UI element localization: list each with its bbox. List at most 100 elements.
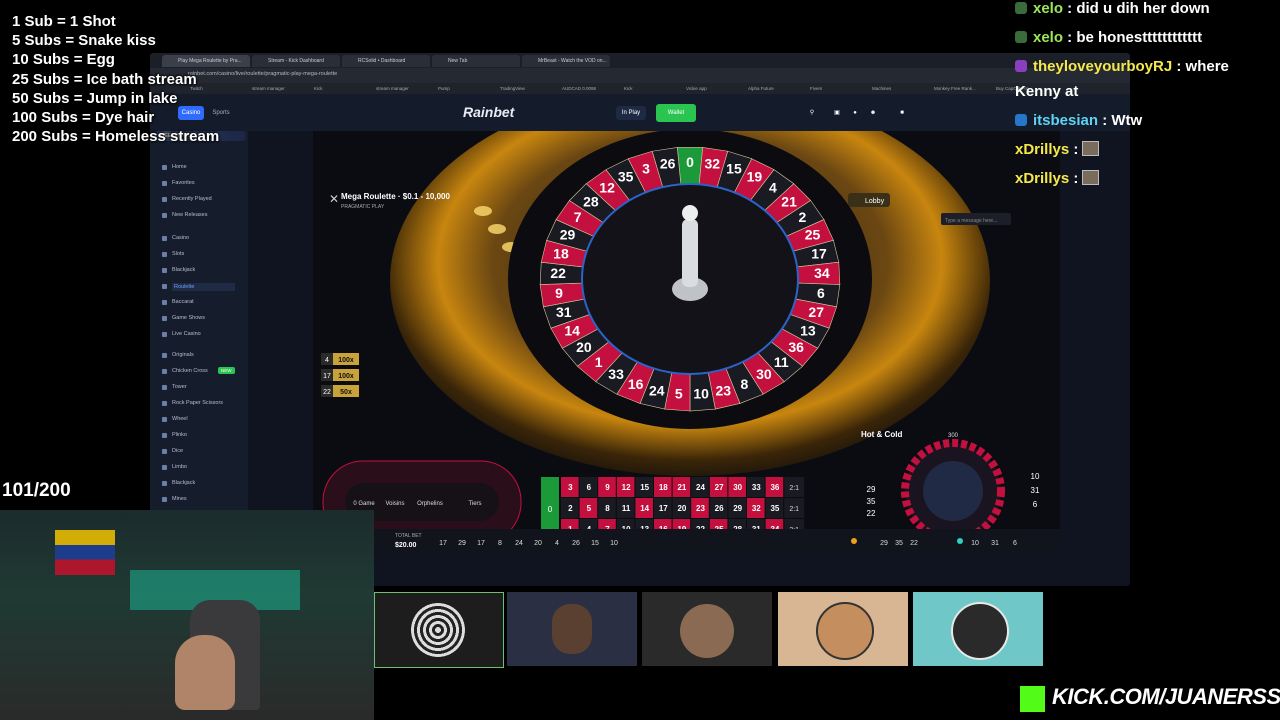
sidebar-item[interactable]: Home: [172, 164, 187, 170]
sidebar-item[interactable]: Limbo: [172, 464, 187, 470]
bookmark-item[interactable]: Kick: [314, 86, 323, 91]
subgoal-item: 200 Subs = Homeless stream: [12, 128, 220, 146]
gift-icon[interactable]: ▣: [830, 106, 844, 120]
racetrack-section[interactable]: 0 Game: [353, 501, 375, 507]
chat-username[interactable]: theyloveyourboyRJ: [1033, 58, 1172, 75]
chat-username[interactable]: xDrillys: [1015, 170, 1069, 187]
roulette-game[interactable]: 0 32 15 19 4 21 2 25 17 34 6 27 13 36 11 30 8 23 10 5 24 16 33…: [313, 131, 1060, 556]
wheel-number: 27: [808, 304, 824, 320]
bookmark-item[interactable]: Pump: [438, 86, 450, 91]
bet-cell-number: 18: [659, 483, 668, 492]
browser-window: Play Mega Roulette by Pra... Stream - Kic…: [150, 53, 1130, 586]
bookmark-item[interactable]: Monkey Free Rank...: [934, 86, 976, 91]
emote-icon: [1082, 141, 1100, 156]
chat-username[interactable]: xelo: [1033, 29, 1063, 46]
sidebar-item[interactable]: Wheel: [172, 416, 188, 422]
chat-username[interactable]: itsbesian: [1033, 112, 1098, 129]
bookmark-item[interactable]: AUDCAD 0.0098: [562, 86, 596, 91]
sidebar-item[interactable]: Blackjack: [172, 267, 195, 273]
webcam-main: [0, 510, 374, 720]
bookmark-item[interactable]: Vickie app: [686, 86, 707, 91]
racetrack-section[interactable]: Orphelins: [417, 501, 443, 507]
browser-tab[interactable]: MrBeast - Watch the VOD on...: [522, 55, 610, 67]
sidebar-item[interactable]: Dice: [172, 448, 183, 454]
cold-number: 10: [1031, 472, 1040, 481]
wheel-number: 11: [774, 354, 789, 370]
chat-message: xelo : be honestttttttttttt: [1015, 29, 1280, 58]
browser-tab[interactable]: Stream - Kick Dashboard: [252, 55, 340, 67]
sidebar-item[interactable]: Plinko: [172, 432, 187, 438]
bell-icon[interactable]: ●: [848, 106, 862, 120]
sidebar-item[interactable]: Recently Played: [172, 196, 212, 202]
chat-text: : did u dih her down: [1063, 0, 1210, 17]
wheel-number: 24: [649, 382, 665, 398]
sidebar-item[interactable]: Live Casino: [172, 331, 201, 337]
browser-tab[interactable]: New Tab: [432, 55, 520, 67]
chat-message: xDrillys :: [1015, 141, 1280, 170]
sidebar-item[interactable]: Originals: [172, 352, 194, 358]
sidebar-casino-icon: [162, 236, 167, 241]
game-bottom-bar: [313, 529, 1060, 556]
chat-badge-icon: [1015, 60, 1027, 72]
in-play-button[interactable]: In Play: [616, 106, 646, 120]
multiplier-number: 4: [325, 357, 329, 364]
sidebar-originals-icon: [162, 353, 167, 358]
bet-cell-number: 33: [752, 483, 761, 492]
wheel-number: 12: [599, 180, 615, 196]
close-icon[interactable]: ✕: [329, 192, 339, 206]
chat-message: xelo : did u dih her down: [1015, 0, 1280, 29]
roulette-scene[interactable]: 0 32 1519421225173462713361130823105241633…: [313, 131, 1060, 556]
bookmark-item[interactable]: stream manager: [376, 86, 409, 91]
chat-username[interactable]: xDrillys: [1015, 141, 1069, 158]
sidebar-dice-icon: [162, 449, 167, 454]
history-number: 20: [534, 540, 542, 547]
racetrack-section[interactable]: Tiers: [468, 501, 481, 507]
bookmark-item[interactable]: Machines: [872, 86, 891, 91]
wheel-number: 31: [556, 304, 572, 320]
wheel-number: 19: [747, 169, 763, 185]
user-icon[interactable]: ☻: [866, 106, 880, 120]
sidebar-item[interactable]: Tower: [172, 384, 187, 390]
sidebar-item[interactable]: Mines: [172, 496, 187, 502]
chat-username[interactable]: xelo: [1033, 0, 1063, 17]
sidebar-item[interactable]: Chicken Cross: [172, 368, 208, 374]
sidebar-item[interactable]: Blackjack: [172, 480, 195, 486]
history-number: 29: [458, 540, 466, 547]
bookmark-item[interactable]: Kick: [624, 86, 633, 91]
total-bet-label: TOTAL BET: [395, 533, 422, 539]
cold-strip-number: 6: [1013, 540, 1017, 547]
wheel-number: 23: [715, 382, 731, 398]
column-bet-label: 2:1: [789, 506, 799, 513]
sidebar-item[interactable]: New Releases: [172, 212, 207, 218]
sidebar-item[interactable]: Casino: [172, 235, 189, 241]
site-logo[interactable]: Rainbet: [463, 104, 514, 120]
sidebar-item[interactable]: Rock Paper Scissors: [172, 400, 223, 406]
bookmark-item[interactable]: Alpha Future: [748, 86, 774, 91]
bet-cell-number: 5: [587, 504, 592, 513]
sidebar-item[interactable]: Slots: [172, 251, 184, 257]
wheel-number: 8: [740, 376, 748, 392]
sidebar-item[interactable]: Roulette: [172, 283, 235, 291]
chat-text: :: [1069, 170, 1079, 187]
sidebar-item[interactable]: Game Shows: [172, 315, 205, 321]
cold-number: 31: [1031, 486, 1040, 495]
wallet-button[interactable]: Wallet: [656, 104, 696, 122]
guest-cam-2: [507, 592, 637, 666]
bet-cell-number: 21: [677, 483, 686, 492]
sidebar-item[interactable]: Favorites: [172, 180, 195, 186]
racetrack-section[interactable]: Voisins: [385, 501, 404, 507]
bet-cell-number: 30: [733, 483, 742, 492]
bet-cell-number: 12: [622, 483, 631, 492]
browser-tab[interactable]: RCSolid • Dashboard: [342, 55, 430, 67]
wheel-number: 2: [799, 209, 807, 225]
sidebar-limbo-icon: [162, 465, 167, 470]
bookmark-item[interactable]: TradingView: [500, 86, 525, 91]
sidebar-item[interactable]: Baccarat: [172, 299, 194, 305]
guest-avatar: [816, 602, 874, 660]
chat-icon[interactable]: ■: [895, 106, 909, 120]
search-icon[interactable]: ⚲: [805, 106, 819, 120]
chat-badge-icon: [1015, 2, 1027, 14]
wheel-number: 1: [595, 354, 603, 370]
bookmark-item[interactable]: Fivem: [810, 86, 822, 91]
bookmark-item[interactable]: stream manager: [252, 86, 285, 91]
